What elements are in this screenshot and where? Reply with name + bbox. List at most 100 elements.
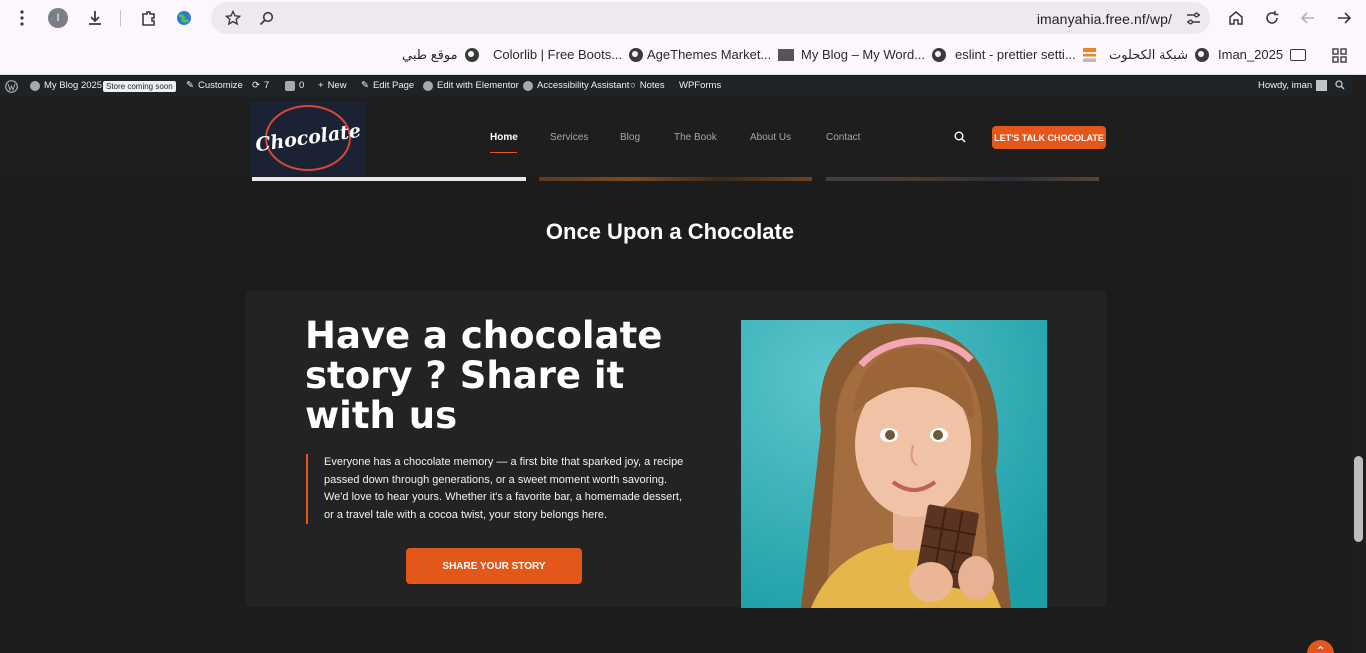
- chevron-up-icon: ⌃: [1315, 644, 1326, 653]
- notes-icon: ○: [630, 80, 636, 91]
- reload-icon[interactable]: [1262, 8, 1282, 28]
- story-paragraph: Everyone has a chocolate memory — a firs…: [306, 454, 691, 524]
- admin-updates[interactable]: ⟳ 7: [252, 80, 269, 91]
- notes-label: Notes: [639, 80, 665, 91]
- globe-icon: [464, 48, 479, 62]
- story-headline: Have a chocolate story ? Share it with u…: [305, 314, 663, 437]
- globe-icon: [1194, 48, 1209, 62]
- page-scrollbar[interactable]: [1352, 76, 1366, 653]
- admin-customize[interactable]: ✎ Customize: [186, 80, 243, 91]
- logo-text: Chocolate: [253, 119, 363, 157]
- bookmark-colorlib[interactable]: Colorlib | Free Boots...: [493, 47, 644, 62]
- search-icon: [257, 9, 275, 27]
- section-title: Once Upon a Chocolate: [545, 219, 795, 244]
- bookmark-label: My Blog – My Word...: [801, 47, 926, 62]
- bookmark-medical-site[interactable]: موقع طبي: [402, 47, 479, 63]
- globe-icon: [932, 47, 947, 62]
- admin-wpforms[interactable]: WPForms: [679, 80, 721, 91]
- girl-with-chocolate-image: [741, 320, 1047, 608]
- globe-icon: [629, 47, 644, 62]
- forward-arrow-icon[interactable]: [1334, 8, 1354, 28]
- howdy-label: Howdy, iman: [1258, 80, 1313, 91]
- wordpress-logo-icon[interactable]: [5, 80, 18, 93]
- bookmark-label: Colorlib | Free Boots...: [493, 47, 623, 62]
- logo-badge: Chocolate: [254, 105, 362, 171]
- wp-admin-bar: My Blog 2025 Store coming soon ✎ Customi…: [0, 76, 1366, 97]
- site-header: Chocolate Home Services Blog The Book Ab…: [0, 97, 1366, 177]
- back-arrow-icon[interactable]: [1298, 8, 1318, 28]
- extensions-icon[interactable]: [138, 7, 160, 29]
- gallery-image-strip-1: [252, 177, 526, 181]
- bookmark-label: AgeThemes Market...: [647, 47, 772, 62]
- edit-page-label: Edit Page: [372, 80, 415, 91]
- nav-contact[interactable]: Contact: [826, 132, 860, 143]
- share-your-story-button[interactable]: SHARE YOUR STORY: [406, 548, 582, 584]
- updates-icon: ⟳: [252, 80, 260, 91]
- toolbar-divider: [120, 10, 121, 26]
- customize-label: Customize: [197, 80, 243, 91]
- extension-globe-icon[interactable]: [174, 8, 194, 28]
- user-avatar: [1316, 80, 1328, 91]
- store-status-badge[interactable]: Store coming soon: [103, 81, 176, 92]
- edit-elementor-label: Edit with Elementor: [437, 80, 519, 91]
- url-text[interactable]: imanyahia.free.nf/wp/: [1037, 11, 1172, 27]
- bookmark-folder-iman[interactable]: Iman_2025: [1218, 47, 1307, 62]
- address-bar[interactable]: imanyahia.free.nf/wp/: [211, 2, 1210, 34]
- admin-notes[interactable]: ○ Notes: [630, 80, 665, 91]
- admin-howdy[interactable]: Howdy, iman: [1258, 80, 1328, 91]
- admin-edit-elementor[interactable]: Edit with Elementor: [423, 80, 519, 91]
- stackoverflow-icon: [1082, 47, 1096, 62]
- new-label: New: [327, 80, 347, 91]
- nav-blog[interactable]: Blog: [620, 132, 640, 143]
- gallery-image-strip-3: [826, 177, 1099, 181]
- nav-the-book[interactable]: The Book: [674, 132, 717, 143]
- site-name-label: My Blog 2025: [44, 80, 103, 91]
- admin-search-icon[interactable]: [1335, 80, 1345, 90]
- site-logo[interactable]: Chocolate: [250, 101, 366, 175]
- nav-home[interactable]: Home: [490, 132, 518, 143]
- admin-comments[interactable]: 0: [285, 80, 304, 91]
- bookmark-eslint[interactable]: eslint - prettier setti...: [955, 47, 1096, 62]
- header-search-icon[interactable]: [953, 130, 967, 144]
- store-badge-label: Store coming soon: [103, 81, 176, 92]
- admin-new[interactable]: + New: [318, 80, 347, 91]
- scrollbar-thumb[interactable]: [1354, 456, 1363, 542]
- bookmark-label: Iman_2025: [1218, 47, 1284, 62]
- bookmark-label: موقع طبي: [402, 47, 458, 62]
- bookmarks-bar: موقع طبي Colorlib | Free Boots... AgeThe…: [0, 36, 1366, 75]
- bookmark-label: شبكة الكحلوت: [1109, 47, 1188, 62]
- back-to-top-button[interactable]: ⌃: [1307, 640, 1334, 653]
- browser-toolbar: I imanyahia.free.nf/wp/: [0, 0, 1366, 36]
- comments-count: 0: [299, 80, 305, 91]
- gallery-image-strip-2: [539, 177, 812, 181]
- menu-kebab-icon[interactable]: [12, 8, 32, 28]
- elementor-icon: [423, 80, 433, 91]
- site-settings-icon[interactable]: [1184, 9, 1202, 27]
- bookmark-my-blog[interactable]: My Blog – My Word...: [801, 47, 947, 62]
- home-icon[interactable]: [1226, 8, 1246, 28]
- profile-avatar[interactable]: I: [48, 8, 68, 28]
- bookmark-agethemes[interactable]: AgeThemes Market...: [647, 47, 795, 62]
- download-icon[interactable]: [84, 7, 106, 29]
- bookmark-star-icon[interactable]: [223, 8, 243, 28]
- agethemes-favicon-icon: [778, 48, 795, 61]
- comment-icon: [285, 80, 295, 91]
- accessibility-label: Accessibility Assistant: [537, 80, 630, 91]
- updates-count: 7: [263, 80, 270, 91]
- apps-grid-icon[interactable]: [1330, 46, 1348, 64]
- bookmark-kahlout[interactable]: شبكة الكحلوت: [1109, 47, 1209, 63]
- plus-icon: +: [318, 80, 324, 91]
- lets-talk-chocolate-button[interactable]: LET'S TALK CHOCOLATE: [992, 126, 1106, 149]
- admin-site-name[interactable]: My Blog 2025: [30, 80, 102, 91]
- nav-services[interactable]: Services: [550, 132, 588, 143]
- nav-about-us[interactable]: About Us: [750, 132, 791, 143]
- bookmark-label: eslint - prettier setti...: [955, 47, 1076, 62]
- admin-edit-page[interactable]: ✎ Edit Page: [361, 80, 414, 91]
- brush-icon: ✎: [186, 80, 194, 91]
- wpforms-label: WPForms: [679, 80, 722, 91]
- accessibility-icon: [523, 80, 533, 91]
- admin-accessibility[interactable]: Accessibility Assistant: [523, 80, 629, 91]
- folder-icon: [1290, 48, 1307, 61]
- dashboard-icon: [30, 80, 40, 91]
- pencil-icon: ✎: [361, 80, 369, 91]
